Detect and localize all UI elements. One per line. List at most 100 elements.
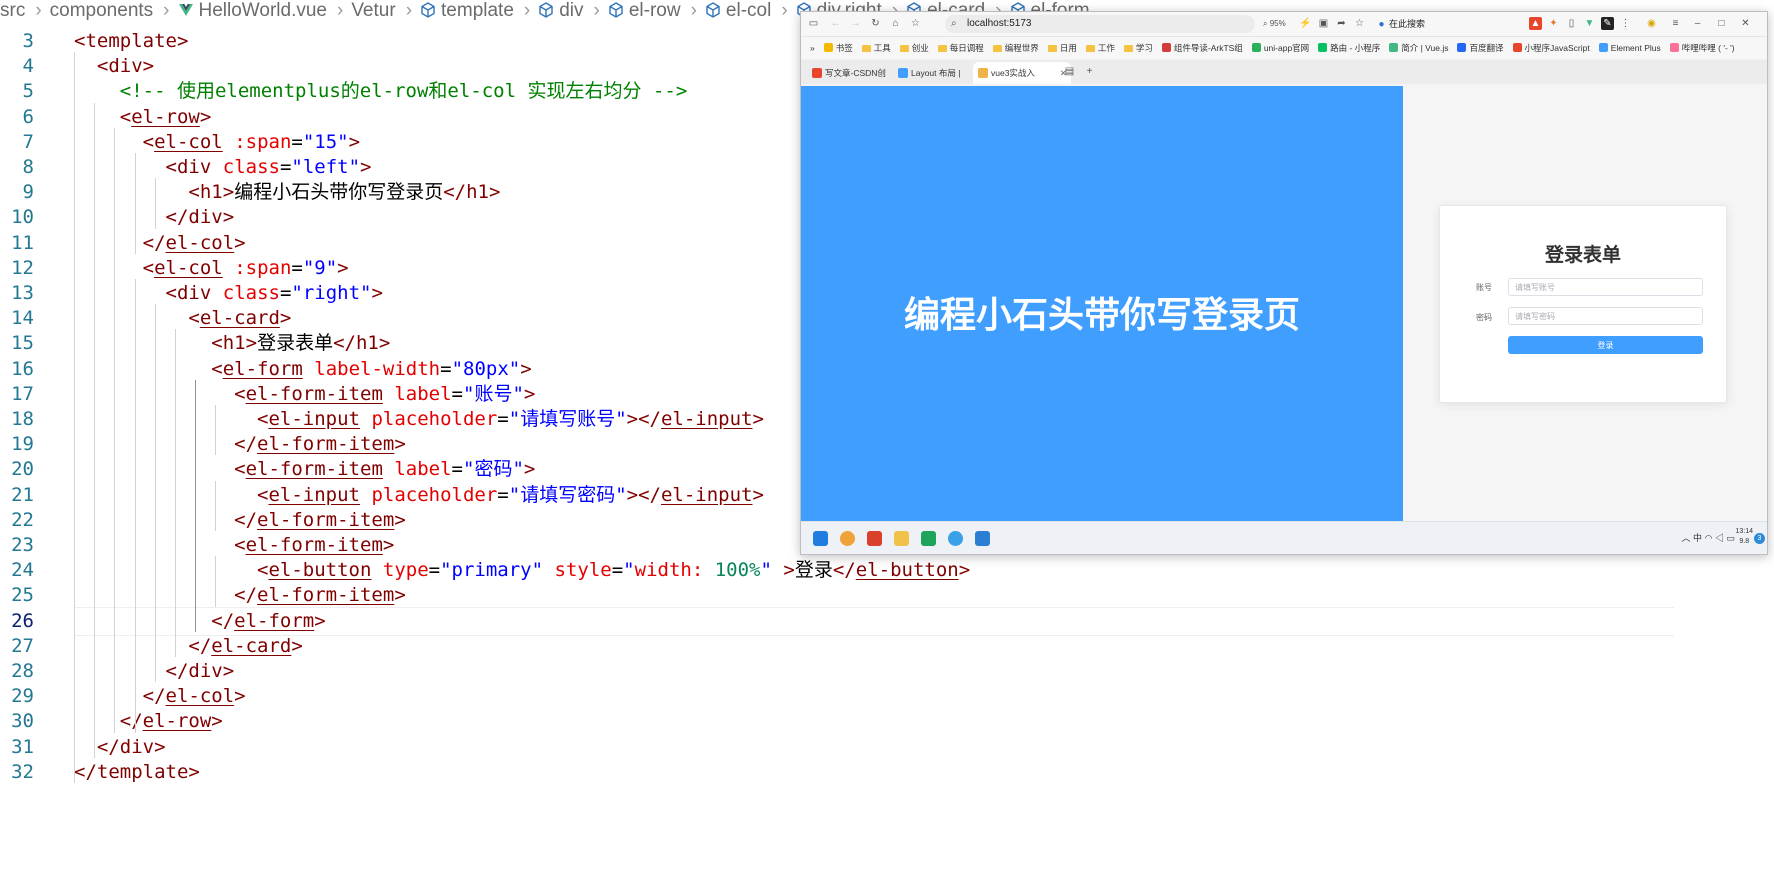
zoom-level[interactable]: ⌕ 95% (1263, 16, 1286, 32)
office-icon[interactable] (867, 531, 882, 546)
page-viewport: 编程小石头带你写登录页 登录表单 账号 密码 登录 (801, 86, 1767, 521)
new-tab-icon[interactable]: + (1083, 65, 1096, 78)
clock[interactable]: 13:14 9.8 (1735, 527, 1753, 547)
bookmark-item[interactable]: Element Plus (1598, 37, 1661, 59)
home-icon[interactable]: ⌂ (889, 17, 902, 30)
symbol-cube-icon (538, 2, 554, 18)
site-favicon-icon (1669, 43, 1679, 52)
ime-indicator[interactable]: 中 (1693, 533, 1702, 543)
bookmark-item[interactable]: 简介 | Vue.js (1389, 37, 1448, 59)
site-favicon-icon (1457, 43, 1467, 52)
password-label: 密码 (1476, 313, 1492, 322)
vue-file-icon (178, 2, 194, 18)
bookmark-label: 日用 (1059, 43, 1077, 53)
extension-leaf-icon[interactable]: ✦ (1547, 17, 1560, 30)
chevron-right-icon: › (593, 0, 600, 21)
browser-icon[interactable] (948, 531, 963, 546)
breadcrumb-item[interactable]: el-col (705, 0, 771, 22)
bookmark-label: 编程世界 (1004, 43, 1039, 53)
minimize-icon[interactable]: – (1691, 17, 1704, 30)
bookmark-item[interactable]: 学习 (1123, 37, 1153, 59)
indent-guide (175, 329, 176, 657)
article-icon (978, 68, 988, 78)
extension-dark-icon[interactable]: ✎ (1601, 17, 1614, 30)
sidebar-icon[interactable]: ▭ (807, 17, 820, 30)
back-icon[interactable]: ← (829, 17, 842, 30)
system-tray[interactable]: ︿ 中 ◠ ◁ ▭ (1682, 530, 1735, 546)
tab-csdn[interactable]: 写文章-CSDN创 (807, 62, 905, 84)
bookmark-item[interactable]: 哔哩哔哩 ( '- ') (1669, 37, 1735, 59)
search-icon: ⌕ (951, 18, 957, 29)
reload-icon[interactable]: ↻ (869, 17, 882, 30)
app-icon[interactable] (840, 531, 855, 546)
search-box[interactable]: ● 在此搜索 (1375, 15, 1525, 33)
star-icon[interactable]: ☆ (909, 17, 922, 30)
folder-icon[interactable] (894, 531, 909, 546)
notification-badge[interactable]: 3 (1754, 533, 1765, 544)
more-icon[interactable]: ⋮ (1619, 17, 1632, 30)
volume-icon[interactable]: ◁ (1715, 533, 1724, 543)
breadcrumb-item[interactable]: el-row (608, 0, 681, 22)
windows-start-icon[interactable] (813, 531, 828, 546)
indent-guide (215, 480, 217, 531)
search-placeholder: 在此搜索 (1389, 19, 1426, 29)
screenshot-icon[interactable]: ▣ (1317, 17, 1330, 30)
address-bar[interactable]: ⌕ localhost:5173 (945, 15, 1255, 33)
password-input[interactable] (1508, 307, 1703, 325)
bookmark-item[interactable]: 组件导读-ArkTS组 (1161, 37, 1243, 59)
code-line[interactable]: 32 </template> (0, 758, 1774, 787)
bookmark-label: 每日调程 (949, 43, 984, 53)
battery-icon[interactable]: ▭ (1726, 533, 1735, 543)
tab-group-icon[interactable]: ▤ (1063, 65, 1076, 78)
site-favicon-icon (1389, 43, 1399, 52)
hbuilder-icon[interactable] (921, 531, 936, 546)
bookmark-item[interactable]: 每日调程 (937, 37, 984, 59)
wifi-icon[interactable]: ◠ (1705, 533, 1713, 543)
share-icon[interactable]: ➦ (1335, 17, 1348, 30)
bookmark-item[interactable]: 小程序JavaScript (1512, 37, 1590, 59)
clock-time: 13:14 (1735, 528, 1753, 535)
account-label: 账号 (1476, 283, 1492, 292)
bookmark-item[interactable]: 编程世界 (992, 37, 1039, 59)
profile-icon[interactable]: ◉ (1645, 17, 1658, 30)
indent-guide (74, 52, 75, 783)
bookmark-item[interactable]: 百度翻译 (1457, 37, 1504, 59)
breadcrumb-item[interactable]: div (538, 0, 584, 22)
extension-phone-icon[interactable]: ▯ (1565, 17, 1578, 30)
bookmark-item[interactable]: 工具 (861, 37, 891, 59)
chevron-up-icon[interactable]: ︿ (1682, 533, 1691, 543)
element-plus-icon (898, 68, 908, 78)
tab-layout[interactable]: Layout 布局 | (893, 62, 985, 84)
folder-icon (937, 45, 947, 52)
breadcrumb-item[interactable]: components (50, 0, 154, 22)
indent-guide (114, 127, 116, 733)
flash-icon[interactable]: ⚡ (1299, 17, 1312, 30)
bookmark-item[interactable]: 日用 (1047, 37, 1077, 59)
close-icon[interactable]: ✕ (1739, 17, 1752, 30)
folder-icon (1123, 45, 1133, 52)
menu-icon[interactable]: ≡ (1669, 17, 1682, 30)
indent-guide (94, 102, 96, 758)
vue-devtools-icon[interactable]: ▼ (1583, 17, 1596, 30)
extension-red-icon[interactable]: ▲ (1529, 17, 1542, 30)
breadcrumb-item[interactable]: template (420, 0, 514, 22)
maximize-icon[interactable]: □ (1715, 17, 1728, 30)
favorite-icon[interactable]: ☆ (1353, 17, 1366, 30)
bookmark-item[interactable]: 路由 - 小程序 (1318, 37, 1380, 59)
breadcrumb-item[interactable]: HelloWorld.vue (178, 0, 327, 22)
site-favicon-icon (1512, 43, 1522, 52)
bookmark-item[interactable]: uni-app官网 (1251, 37, 1309, 59)
login-button[interactable]: 登录 (1508, 336, 1703, 354)
bookmark-item[interactable]: 创业 (899, 37, 929, 59)
bookmarks-more-icon[interactable]: » (810, 37, 815, 59)
breadcrumb-item[interactable]: src (0, 0, 25, 22)
breadcrumb-item[interactable]: Vetur (351, 0, 395, 22)
tab-vue3[interactable]: vue3实战入 ✕ (973, 62, 1071, 84)
bookmark-item[interactable]: 工作 (1085, 37, 1115, 59)
bookmark-item[interactable]: 书签 (823, 37, 853, 59)
account-input[interactable] (1508, 278, 1703, 296)
browser-window[interactable]: ▭ ← → ↻ ⌂ ☆ ⌕ localhost:5173 ⌕ 95% ⚡ ▣ ➦… (800, 11, 1768, 555)
folder-icon (861, 45, 871, 52)
vscode-icon[interactable] (975, 531, 990, 546)
forward-icon[interactable]: → (849, 17, 862, 30)
